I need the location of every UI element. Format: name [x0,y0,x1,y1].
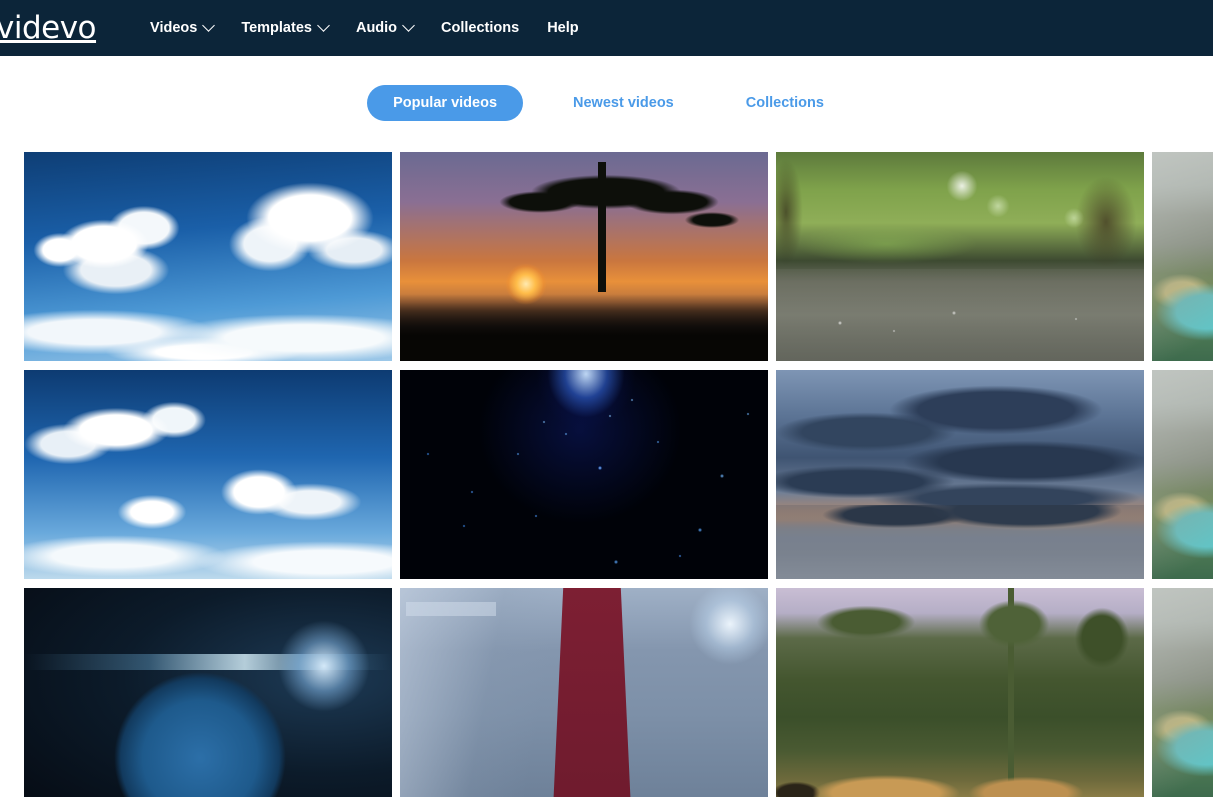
nav-item-label: Videos [150,19,198,36]
nav-item-label: Collections [441,19,520,36]
video-card-businessman[interactable] [400,588,768,797]
nav-item-audio[interactable]: Audio [342,15,427,42]
nav-item-label: Audio [355,19,398,36]
thumbnail-rain-on-ground [776,152,1144,361]
nav-item-collections[interactable]: Collections [427,15,533,42]
video-thumbnail-grid [24,152,1213,806]
thumbnail-valley-partial [1152,588,1213,797]
thumbnail-mountain-valley-river [1152,152,1213,361]
thumbnail-earth-from-space [24,588,392,797]
tab-newest-videos[interactable]: Newest videos [551,86,696,121]
nav-item-help[interactable]: Help [533,15,592,42]
video-card-valley-partial[interactable] [1152,588,1213,797]
video-card-lions-savanna[interactable] [776,588,1144,797]
grid-row [24,152,1213,361]
video-card-lake-sunset-clouds[interactable] [776,370,1144,579]
thumbnail-mountain-valley-river-2 [1152,370,1213,579]
nav-item-videos[interactable]: Videos [136,15,227,42]
gallery-tab-bar: Popular videos Newest videos Collections [0,56,1213,152]
top-navigation-bar: videvo Videos Templates Audio Collection… [0,0,1213,56]
video-card-mountain-valley-river[interactable] [1152,152,1213,361]
thumbnail-blue-sky-clouds [24,152,392,361]
video-card-earth-from-space[interactable] [24,588,392,797]
nav-item-label: Templates [241,19,312,36]
grid-row [24,370,1213,579]
thumbnail-blue-sky-clouds-2 [24,370,392,579]
tab-popular-videos[interactable]: Popular videos [367,84,524,122]
tab-collections[interactable]: Collections [724,86,846,121]
video-card-rain-on-ground[interactable] [776,152,1144,361]
thumbnail-businessman [400,588,768,797]
chevron-down-icon [317,18,330,32]
video-card-blue-sky-clouds-2[interactable] [24,370,392,579]
video-card-mountain-valley-river-2[interactable] [1152,370,1213,579]
videvo-logo[interactable]: videvo [0,12,97,44]
video-card-savanna-sunset[interactable] [400,152,768,361]
chevron-down-icon [402,18,415,32]
video-card-blue-particles[interactable] [400,370,768,579]
chevron-down-icon [202,18,216,32]
tab-list: Popular videos Newest videos Collections [367,84,846,122]
thumbnail-lions-savanna [776,588,1144,797]
thumbnail-blue-particles [400,370,768,579]
thumbnail-savanna-sunset-acacia [400,152,768,361]
grid-row [24,588,1213,797]
video-card-blue-sky-clouds[interactable] [24,152,392,361]
nav-item-templates[interactable]: Templates [227,15,342,42]
thumbnail-lake-sunset-clouds [776,370,1144,579]
main-nav: Videos Templates Audio Collections Help [136,15,593,42]
nav-item-label: Help [547,19,579,36]
